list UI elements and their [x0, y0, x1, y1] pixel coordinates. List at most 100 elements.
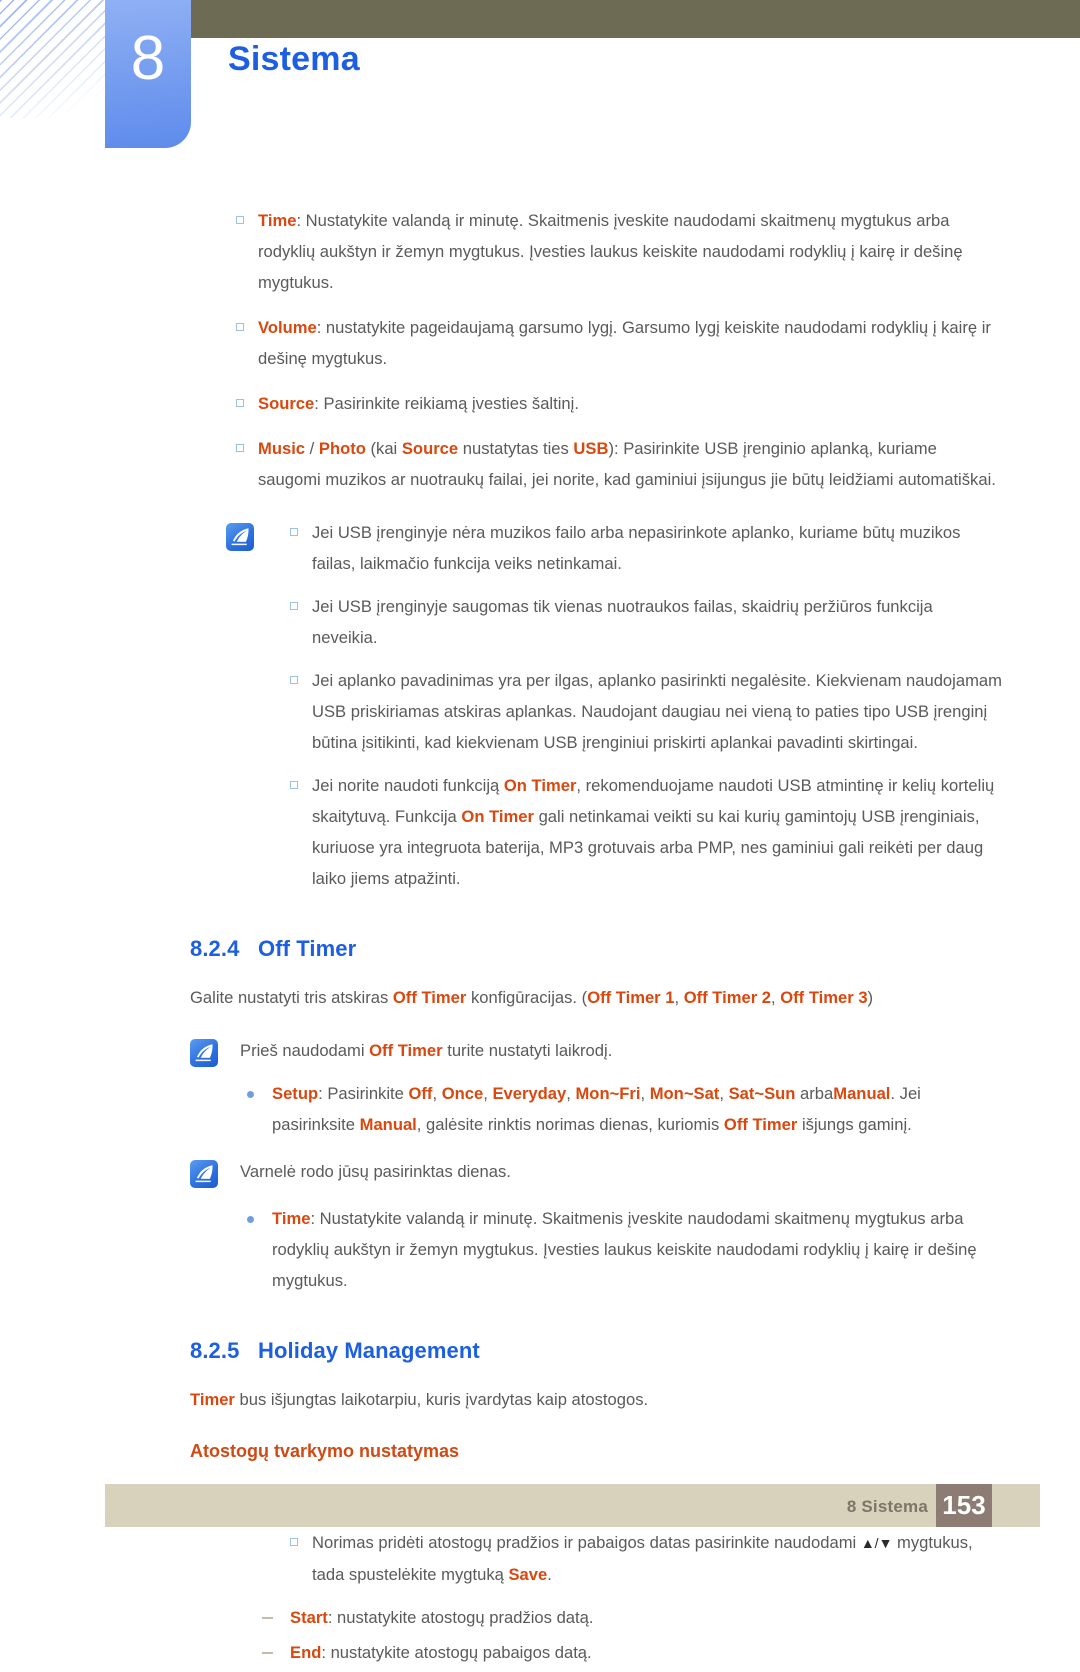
- term-time-2: Time: [272, 1209, 311, 1228]
- note-block-checkmark: Varnelė rodo jūsų pasirinktas dienas.: [0, 1156, 1080, 1188]
- footer-chapter-label: 8 Sistema: [846, 1497, 928, 1516]
- term-off-timer-3: Off Timer 3: [780, 988, 868, 1007]
- document-content: Time: Nustatykite valandą ir minutę. Ska…: [0, 205, 1080, 1672]
- note-text-1: Jei USB įrenginyje nėra muzikos failo ar…: [312, 523, 961, 573]
- dash-bullet-icon: [262, 1617, 273, 1619]
- text-time: : Nustatykite valandą ir minutę. Skaitme…: [258, 211, 963, 292]
- section-825-intro: Timer bus išjungtas laikotarpiu, kuris į…: [0, 1384, 1080, 1415]
- list-item-end: End: nustatykite atostogų pabaigos datą.: [0, 1637, 1080, 1668]
- term-volume: Volume: [258, 318, 317, 337]
- note-item-3: Jei aplanko pavadinimas yra per ilgas, a…: [0, 665, 1080, 758]
- term-off-timer-2: Off Timer 2: [683, 988, 772, 1007]
- hollow-square-bullet-icon: [236, 444, 244, 452]
- hollow-square-bullet-icon: [236, 399, 244, 407]
- intro-text-a: Galite nustatyti tris atskiras: [190, 988, 393, 1007]
- list-item-volume: Volume: nustatykite pageidaujamą garsumo…: [0, 312, 1080, 374]
- setup-text-d: išjungs gaminį.: [797, 1115, 912, 1134]
- option-everyday: Everyday: [492, 1084, 567, 1103]
- option-once: Once: [441, 1084, 484, 1103]
- page-header: 8 Sistema: [0, 0, 1080, 175]
- section-title-825: Holiday Management: [258, 1338, 480, 1363]
- text-time-2: : Nustatykite valandą ir minutę. Skaitme…: [272, 1209, 977, 1290]
- hollow-square-bullet-icon: [290, 602, 298, 610]
- section-824-intro: Galite nustatyti tris atskiras Off Timer…: [0, 982, 1080, 1013]
- note-block-clock: Prieš naudodami Off Timer turite nustaty…: [0, 1035, 1080, 1067]
- note-text-3: Jei aplanko pavadinimas yra per ilgas, a…: [312, 671, 1002, 752]
- hollow-square-bullet-icon: [290, 676, 298, 684]
- term-photo: Photo: [318, 439, 366, 458]
- dash-bullet-icon: [262, 1652, 273, 1654]
- term-off-timer-setup: Off Timer: [723, 1115, 798, 1134]
- term-off-timer-1: Off Timer 1: [587, 988, 675, 1007]
- term-source: Source: [258, 394, 315, 413]
- term-on-timer-1: On Timer: [503, 776, 577, 795]
- term-on-timer-2: On Timer: [461, 807, 534, 826]
- term-off-timer-note: Off Timer: [369, 1041, 443, 1060]
- chapter-number-badge: 8: [105, 0, 191, 148]
- subheading-holiday-settings: Atostogų tvarkymo nustatymas: [190, 1441, 460, 1461]
- separator-slash: /: [305, 439, 319, 458]
- list-item-time-2: Time: Nustatykite valandą ir minutę. Ska…: [0, 1203, 1080, 1296]
- intro-sep-1: ,: [674, 988, 684, 1007]
- note-item-2: Jei USB įrenginyje saugomas tik vienas n…: [0, 591, 1080, 653]
- chapter-number: 8: [130, 24, 166, 93]
- note-quill-icon: [190, 1039, 218, 1067]
- term-end: End: [290, 1643, 322, 1662]
- hollow-square-bullet-icon: [236, 216, 244, 224]
- round-dot-bullet-icon: [247, 1091, 254, 1098]
- list-item-setup: Setup: Pasirinkite Off, Once, Everyday , …: [0, 1078, 1080, 1140]
- sep-4: ,: [640, 1084, 650, 1103]
- hollow-square-bullet-icon: [290, 1538, 298, 1546]
- sep-5: ,: [719, 1084, 729, 1103]
- term-off-timer: Off Timer: [392, 988, 467, 1007]
- note-block-usb: Jei USB įrenginyje nėra muzikos failo ar…: [0, 517, 1080, 894]
- term-time: Time: [258, 211, 297, 230]
- intro-text-b: konfigūracijas. (: [466, 988, 588, 1007]
- note-clock-text-b: turite nustatyti laikrodį.: [442, 1041, 613, 1060]
- text-825-intro: bus išjungtas laikotarpiu, kuris įvardyt…: [234, 1390, 649, 1409]
- option-mon-sat: Mon~Sat: [649, 1084, 720, 1103]
- section-number-825: 8.2.5: [190, 1338, 240, 1363]
- list-item-time: Time: Nustatykite valandą ir minutę. Ska…: [0, 205, 1080, 298]
- list-item-start: Start: nustatykite atostogų pradžios dat…: [0, 1602, 1080, 1633]
- option-mon-fri: Mon~Fri: [575, 1084, 641, 1103]
- term-setup: Setup: [272, 1084, 319, 1103]
- section-heading-824: 8.2.4 Off Timer: [0, 936, 1080, 962]
- term-start: Start: [290, 1608, 328, 1627]
- hollow-square-bullet-icon: [290, 528, 298, 536]
- round-dot-bullet-icon: [247, 1216, 254, 1223]
- section-heading-825: 8.2.5 Holiday Management: [0, 1338, 1080, 1364]
- list-item-source: Source: Pasirinkite reikiamą įvesties ša…: [0, 388, 1080, 419]
- text-end: : nustatykite atostogų pabaigos datą.: [321, 1643, 592, 1662]
- note-quill-icon: [190, 1160, 218, 1188]
- term-timer: Timer: [190, 1390, 235, 1409]
- term-source-ref: Source: [401, 439, 459, 458]
- term-music: Music: [258, 439, 306, 458]
- option-off: Off: [408, 1084, 433, 1103]
- page-number: 153: [942, 1490, 986, 1520]
- text-date-a: Norimas pridėti atostogų pradžios ir pab…: [312, 1533, 861, 1552]
- note-clock-text-a: Prieš naudodami: [240, 1041, 370, 1060]
- page-number-box: 153: [936, 1484, 992, 1527]
- header-olive-bar: [190, 0, 1080, 38]
- list-item-date-select: Norimas pridėti atostogų pradžios ir pab…: [0, 1527, 1080, 1590]
- term-save: Save: [508, 1565, 548, 1584]
- hollow-square-bullet-icon: [236, 323, 244, 331]
- sep-6-arba: arba: [795, 1084, 834, 1103]
- intro-sep-2: ,: [771, 988, 781, 1007]
- note-text-2: Jei USB įrenginyje saugomas tik vienas n…: [312, 597, 933, 647]
- text-source: : Pasirinkite reikiamą įvesties šaltinį.: [314, 394, 579, 413]
- text-start: : nustatykite atostogų pradžios datą.: [327, 1608, 594, 1627]
- text-volume: : nustatykite pageidaujamą garsumo lygį.…: [258, 318, 991, 368]
- note-checkmark-text: Varnelė rodo jūsų pasirinktas dienas.: [240, 1162, 511, 1181]
- note-text-4a: Jei norite naudoti funkciją: [312, 776, 504, 795]
- option-sat-sun: Sat~Sun: [728, 1084, 796, 1103]
- text-mid2: nustatytas ties: [458, 439, 574, 458]
- text-mid1: (kai: [365, 439, 402, 458]
- note-item-1: Jei USB įrenginyje nėra muzikos failo ar…: [0, 517, 1080, 579]
- intro-text-e: ): [867, 988, 874, 1007]
- term-usb: USB: [573, 439, 609, 458]
- hollow-square-bullet-icon: [290, 781, 298, 789]
- decorative-hatch-pattern: [0, 0, 112, 118]
- section-number-824: 8.2.4: [190, 936, 240, 961]
